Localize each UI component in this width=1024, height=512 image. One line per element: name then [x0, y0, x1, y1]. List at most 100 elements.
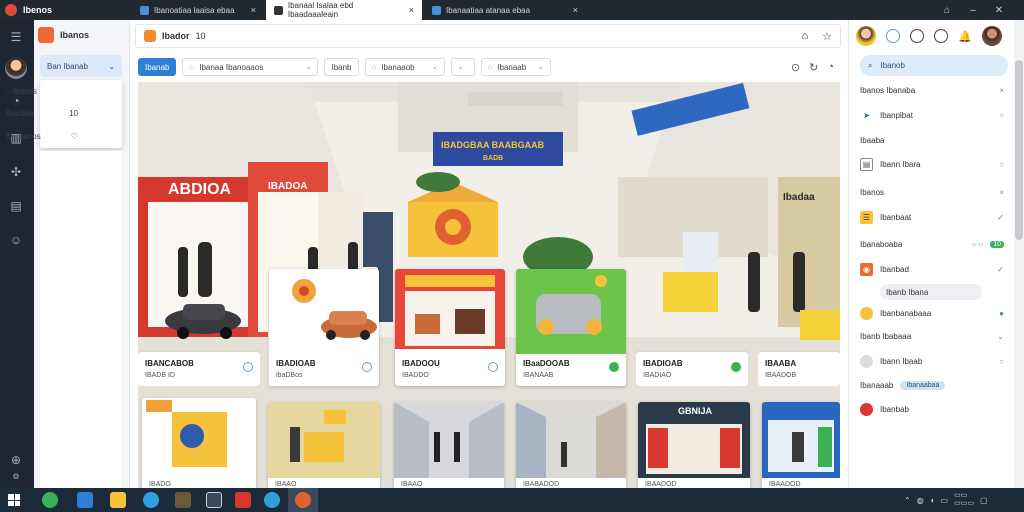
row-label: Ibanbab: [880, 405, 909, 414]
dropdown-item-label: Ibanos: [16, 131, 41, 141]
filter-dropdown[interactable]: ◌ Ibanaab ⌄: [480, 58, 551, 76]
browser-icon[interactable]: [143, 492, 159, 508]
panel-row[interactable]: ➤ Ibanpibat ○: [860, 109, 1004, 122]
avatar[interactable]: [5, 57, 27, 79]
chevron-down-icon[interactable]: ⌄: [997, 332, 1004, 341]
filter-dropdown[interactable]: ◌ Ibanaaob ⌄: [364, 58, 445, 76]
product-card[interactable]: IBaaDOOAB IBANAAB: [516, 269, 626, 386]
product-card[interactable]: IBADIOAB IBADIAO: [636, 269, 748, 386]
home-icon[interactable]: ⌂: [801, 30, 808, 43]
info-icon[interactable]: [362, 362, 372, 372]
panel-row[interactable]: Ibanb Ibana: [880, 284, 982, 300]
notification-icon[interactable]: ▢: [980, 496, 988, 505]
panel-row[interactable]: ☰ Ibanbaat ✓: [860, 211, 1004, 224]
app-brand: Ibenos: [0, 0, 130, 20]
chat-icon[interactable]: ◔: [827, 61, 834, 74]
app-icon[interactable]: [235, 492, 251, 508]
panel-row[interactable]: Ibanaboaba ○ ○ 10: [860, 240, 1004, 249]
browser-icon[interactable]: [295, 492, 311, 508]
search-value: Ibanob: [880, 61, 905, 70]
document-icon[interactable]: ▤: [6, 196, 26, 216]
search-field[interactable]: ⌕ Ibanob: [860, 55, 1008, 76]
check-icon: ✓: [997, 265, 1004, 274]
volume-icon[interactable]: ◖: [930, 496, 935, 505]
settings-icon[interactable]: [910, 29, 924, 43]
search-icon: ⌕: [868, 60, 873, 70]
info-icon[interactable]: [243, 362, 253, 372]
panel-row[interactable]: Ibaaba: [860, 136, 1004, 145]
close-icon[interactable]: ×: [999, 188, 1004, 197]
panel-row[interactable]: Ibanb Ibabaaa ⌄: [860, 332, 1004, 341]
folder-icon[interactable]: [110, 492, 126, 508]
panel-row[interactable]: Ibanaaab Ibanaabaa: [860, 381, 1004, 390]
close-icon[interactable]: ×: [251, 5, 256, 15]
tab-2[interactable]: Ibanaal Isalaa ebd Ibaadaaaleain ×: [266, 0, 422, 20]
app-icon[interactable]: [77, 492, 93, 508]
product-card[interactable]: IBAABA IBAADOB: [758, 269, 840, 386]
panel-row[interactable]: Ibann Ibaab ○: [860, 355, 1004, 368]
avatar[interactable]: [856, 26, 876, 46]
puzzle-icon[interactable]: ✣: [6, 162, 26, 182]
dropdown-item[interactable]: ▫ Ibanos: [6, 85, 78, 97]
refresh-icon[interactable]: ↻: [809, 61, 818, 74]
check-icon[interactable]: [609, 362, 619, 372]
battery-icon[interactable]: ▭: [941, 496, 949, 505]
person-icon[interactable]: ☺: [6, 230, 26, 250]
scrollbar-thumb[interactable]: [1015, 60, 1023, 240]
panel-row[interactable]: Ibanos Ibanaba ×: [860, 86, 1004, 95]
clock[interactable]: ▭▭ ▭▭▭: [954, 492, 974, 508]
check-icon[interactable]: [731, 362, 741, 372]
app-icon[interactable]: [42, 492, 58, 508]
product-card[interactable]: IBAAO: [394, 402, 504, 488]
filter-bar: Ibanab ◌ Ibanaa Ibanoaaos ⌄ Ibanb ◌ Iban…: [135, 54, 841, 80]
panel-row[interactable]: Ibanbab: [860, 403, 1004, 416]
filter-button[interactable]: Ibanb: [324, 58, 359, 76]
close-icon[interactable]: ×: [409, 5, 414, 15]
star-icon[interactable]: ☆: [822, 30, 832, 43]
mail-icon[interactable]: [264, 492, 280, 508]
settings-icon[interactable]: [206, 492, 222, 508]
brand-logo-icon: [5, 4, 17, 16]
menu-icon[interactable]: ☰: [6, 27, 26, 47]
minimize-button[interactable]: –: [960, 0, 986, 20]
close-icon[interactable]: ×: [573, 5, 578, 15]
start-icon[interactable]: [8, 494, 20, 506]
product-card[interactable]: IBADOOU IBADDO: [395, 269, 505, 386]
bell-icon[interactable]: 🔔: [958, 30, 972, 43]
panel-row[interactable]: Ibanos ×: [860, 188, 1004, 197]
avatar[interactable]: [981, 26, 1002, 46]
window-menu-icon[interactable]: ⌂: [934, 0, 960, 20]
sidebar-select[interactable]: Ban Ibanab ⌄: [40, 55, 122, 77]
panel-row[interactable]: ◉ Ibanbad ✓: [860, 263, 1004, 276]
panel-row[interactable]: ▤ Ibann Ibara ○: [860, 158, 1004, 171]
product-card[interactable]: IBAADOD: [762, 402, 840, 488]
help-icon[interactable]: [934, 29, 948, 43]
product-card[interactable]: IBAAO: [268, 402, 380, 488]
chevron-up-icon[interactable]: ⌃: [904, 496, 911, 505]
product-card[interactable]: IBABADOD: [516, 402, 626, 488]
close-window-button[interactable]: ✕: [986, 0, 1012, 20]
settings-icon[interactable]: ⚙: [6, 466, 26, 486]
status-icon[interactable]: [886, 29, 900, 43]
search-icon[interactable]: ⊙: [791, 61, 800, 74]
product-card[interactable]: IBANCABOB IBADB ID: [138, 269, 260, 386]
filter-toggle[interactable]: ⌄: [450, 58, 475, 76]
network-icon[interactable]: ◍: [917, 496, 924, 505]
filter-dropdown[interactable]: ◌ Ibanaa Ibanoaaos ⌄: [182, 58, 319, 76]
app-icon[interactable]: [175, 492, 191, 508]
dropdown-item[interactable]: ↻ Ibanos ♡: [6, 130, 78, 142]
info-icon[interactable]: [488, 362, 498, 372]
tab-1[interactable]: Ibanoatiaa laaisa ebaa ×: [132, 0, 264, 20]
product-card[interactable]: GBNIJA IBAADOD: [638, 402, 750, 488]
tab-3[interactable]: Ibanaatiaa atanaa ebaa ×: [424, 0, 586, 20]
dropdown-item[interactable]: Ibanbes 10: [6, 107, 78, 119]
panel-row[interactable]: Ibanbanabaaa ●: [860, 307, 1004, 320]
product-subtitle: IBADB ID: [145, 372, 175, 379]
avatar: [860, 307, 873, 320]
primary-filter-button[interactable]: Ibanab: [138, 58, 177, 76]
tag-badge[interactable]: Ibanaabaa: [900, 381, 946, 390]
product-title: IBADIOAB: [643, 359, 683, 368]
product-card[interactable]: IBADIOAB ibaDBos: [269, 269, 379, 386]
product-card[interactable]: IBADO: [142, 398, 256, 488]
close-icon[interactable]: ×: [999, 86, 1004, 95]
